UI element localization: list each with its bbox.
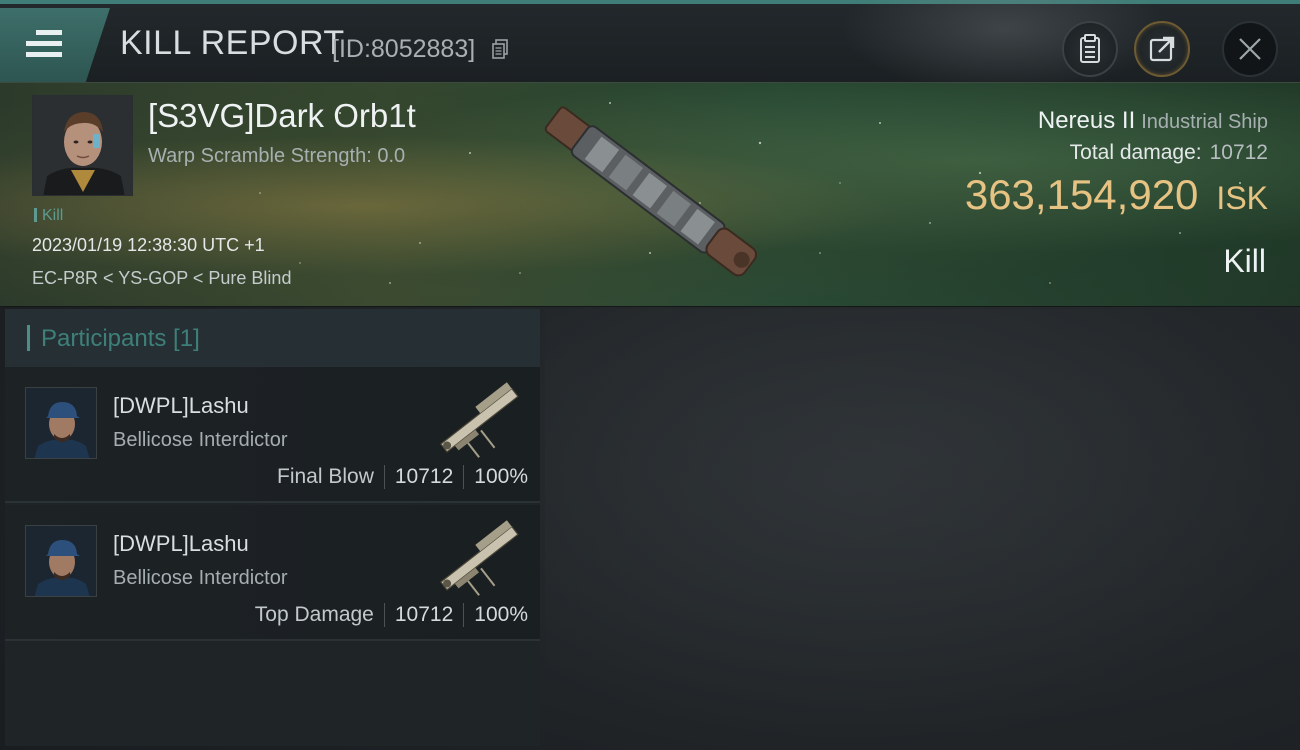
menu-icon: [26, 30, 62, 58]
participant-portrait[interactable]: [25, 387, 97, 459]
kill-timestamp: 2023/01/19 12:38:30 UTC +1: [32, 235, 265, 255]
participants-title: Participants [1]: [41, 325, 200, 352]
isk-value: 363,154,920: [964, 171, 1199, 218]
victim-banner: [S3VG]Dark Orb1t Warp Scramble Strength:…: [0, 82, 1300, 307]
report-id: [ID:8052883]: [332, 35, 476, 63]
total-damage-value: 10712: [1209, 141, 1268, 164]
title-bar: KILL REPORT [ID:8052883]: [0, 0, 1300, 94]
page-title: KILL REPORT: [120, 24, 345, 62]
ship-class: Industrial Ship: [1141, 111, 1268, 133]
close-icon: [1239, 38, 1261, 60]
share-button[interactable]: [1134, 21, 1190, 77]
victim-ship-image[interactable]: [528, 93, 778, 298]
participant-percent: 100%: [474, 603, 528, 626]
isk-unit: ISK: [1216, 180, 1268, 216]
participant-avatar: [26, 388, 96, 458]
participant-percent: 100%: [474, 465, 528, 488]
clipboard-button[interactable]: [1062, 21, 1118, 77]
warp-scramble-strength: Warp Scramble Strength: 0.0: [148, 145, 406, 167]
participant-ship-image[interactable]: [425, 509, 535, 609]
participant-name[interactable]: [DWPL]Lashu: [113, 531, 249, 557]
isk-value-line: 363,154,920 ISK: [965, 171, 1268, 219]
participant-damage: 10712: [394, 465, 454, 488]
participant-row[interactable]: [DWPL]Lashu Bellicose Interdictor Top Da…: [5, 505, 540, 641]
detail-area: [545, 309, 1300, 750]
share-icon: [1149, 36, 1175, 62]
kill-result: Kill: [1223, 243, 1266, 279]
ship-name[interactable]: Nereus II: [1038, 107, 1135, 134]
ship-name-line: Nereus II Industrial Ship: [1038, 107, 1268, 135]
stats-divider: [463, 465, 465, 489]
kill-tag: Kill: [34, 207, 63, 225]
participant-ship: Bellicose Interdictor: [113, 567, 288, 589]
copy-icon[interactable]: [492, 39, 508, 59]
stats-divider: [383, 603, 385, 627]
menu-button[interactable]: [0, 8, 110, 82]
victim-avatar: [33, 96, 132, 195]
stats-divider: [383, 465, 385, 489]
victim-portrait[interactable]: [32, 95, 133, 196]
participant-stats: Top Damage 10712 100%: [255, 603, 528, 627]
participants-header: Participants [1]: [5, 309, 540, 367]
participant-avatar: [26, 526, 96, 596]
stats-divider: [463, 603, 465, 627]
participant-ship-image[interactable]: [425, 371, 535, 471]
participant-name[interactable]: [DWPL]Lashu: [113, 393, 249, 419]
clipboard-icon: [1080, 34, 1100, 63]
participant-damage: 10712: [394, 603, 454, 626]
participant-row[interactable]: [DWPL]Lashu Bellicose Interdictor Final …: [5, 367, 540, 503]
participant-ship: Bellicose Interdictor: [113, 429, 288, 451]
participant-role: Final Blow: [277, 465, 374, 488]
kill-location[interactable]: EC-P8R < YS-GOP < Pure Blind: [32, 268, 291, 289]
close-button[interactable]: [1222, 21, 1278, 77]
victim-name[interactable]: [S3VG]Dark Orb1t: [148, 97, 416, 135]
participant-stats: Final Blow 10712 100%: [277, 465, 528, 489]
participants-panel: Participants [1] [DWPL]Lashu Bellicose I…: [5, 309, 540, 746]
total-damage-line: Total damage: 10712: [1070, 141, 1268, 165]
total-damage-label: Total damage:: [1069, 141, 1202, 164]
title-bar-glow: [840, 0, 1170, 94]
participant-role: Top Damage: [254, 603, 374, 626]
participant-portrait[interactable]: [25, 525, 97, 597]
